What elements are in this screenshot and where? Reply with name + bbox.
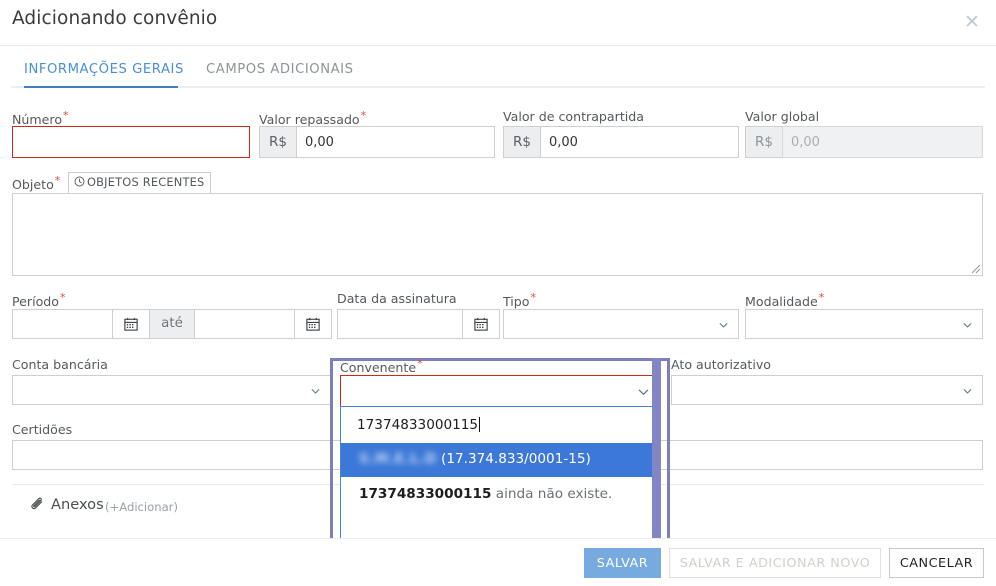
objeto-textarea[interactable]	[12, 193, 983, 276]
tab-campos-adicionais[interactable]: CAMPOS ADICIONAIS	[206, 46, 354, 88]
convenente-option-0-name-redacted: S.M.E.L.D	[359, 451, 437, 467]
chevron-down-icon	[963, 389, 972, 394]
convenente-option-0-document: (17.374.833/0001-15)	[441, 451, 591, 467]
periodo-start-calendar-icon[interactable]	[112, 309, 150, 339]
periodo-separator: até	[149, 309, 195, 339]
convenente-option-1-rest: ainda não existe.	[491, 486, 613, 502]
valor-contrapartida-currency-prefix: R$	[503, 126, 541, 158]
modalidade-label: Modalidade*	[745, 291, 825, 310]
chevron-down-icon	[963, 323, 972, 328]
convenente-search-row[interactable]: 17374833000115	[341, 407, 659, 443]
certidoes-label: Certidões	[12, 422, 73, 437]
modal-header: Adicionando convênio ✕	[0, 0, 996, 46]
text-caret	[479, 417, 481, 432]
ato-autorizativo-select[interactable]	[671, 375, 983, 405]
convenente-option-0[interactable]: S.M.E.L.D (17.374.833/0001-15)	[341, 443, 659, 477]
conta-bancaria-label: Conta bancária	[12, 357, 108, 372]
modalidade-select[interactable]	[745, 309, 983, 339]
tab-informacoes-gerais[interactable]: INFORMAÇÕES GERAIS	[24, 46, 184, 88]
clock-icon	[74, 176, 85, 190]
valor-repassado-label: Valor repassado*	[259, 109, 367, 128]
periodo-start-input[interactable]	[12, 309, 113, 339]
valor-contrapartida-label: Valor de contrapartida	[503, 109, 644, 124]
objetos-recentes-button[interactable]: OBJETOS RECENTES	[68, 172, 212, 194]
data-assinatura-input[interactable]	[337, 309, 463, 339]
save-button[interactable]: SALVAR	[584, 548, 661, 578]
data-assinatura-calendar-icon[interactable]	[462, 309, 500, 339]
valor-global-label: Valor global	[745, 109, 820, 124]
valor-global-currency-prefix: R$	[745, 126, 783, 158]
convenente-option-0-text: S.M.E.L.D (17.374.833/0001-15)	[359, 451, 591, 467]
valor-repassado-input[interactable]	[296, 126, 495, 158]
numero-label: Número*	[12, 109, 69, 128]
valor-contrapartida-input[interactable]	[540, 126, 739, 158]
tipo-label: Tipo*	[503, 291, 537, 310]
periodo-end-input[interactable]	[194, 309, 295, 339]
periodo-end-calendar-icon[interactable]	[294, 309, 332, 339]
convenente-search-input[interactable]: 17374833000115	[357, 417, 481, 433]
data-assinatura-label: Data da assinatura	[337, 291, 457, 306]
convenente-option-1[interactable]: 17374833000115 ainda não existe.	[341, 477, 659, 513]
convenente-option-1-bold: 17374833000115	[359, 486, 492, 502]
convenente-search-value: 17374833000115	[357, 417, 479, 433]
periodo-label: Período*	[12, 291, 66, 310]
add-agreement-modal: Adicionando convênio ✕ INFORMAÇÕES GERAI…	[0, 0, 996, 586]
chevron-down-icon	[719, 323, 728, 328]
conta-bancaria-select[interactable]	[12, 375, 331, 405]
convenente-combobox[interactable]	[340, 375, 660, 407]
valor-repassado-currency-prefix: R$	[259, 126, 297, 158]
chevron-down-icon	[311, 389, 320, 394]
ato-autorizativo-label: Ato autorizativo	[671, 357, 771, 372]
cancel-button[interactable]: CANCELAR	[889, 548, 984, 578]
chevron-down-icon	[638, 389, 649, 395]
save-and-add-new-button: SALVAR E ADICIONAR NOVO	[669, 548, 881, 578]
convenente-label: Convenente*	[340, 357, 423, 376]
close-icon[interactable]: ✕	[960, 10, 984, 34]
numero-input[interactable]	[12, 126, 250, 158]
convenente-option-1-text: 17374833000115 ainda não existe.	[359, 486, 612, 502]
modal-footer: SALVAR SALVAR E ADICIONAR NOVO CANCELAR	[0, 538, 996, 586]
modal-body: Número* Valor repassado* R$ Valor de con…	[0, 88, 996, 586]
anexos-label: Anexos	[51, 496, 104, 513]
anexos-add-link[interactable]: (+Adicionar)	[105, 500, 178, 514]
tab-bar: INFORMAÇÕES GERAIS CAMPOS ADICIONAIS	[0, 46, 996, 88]
tipo-select[interactable]	[503, 309, 739, 339]
paperclip-icon	[31, 497, 43, 510]
objetos-recentes-label: OBJETOS RECENTES	[87, 175, 205, 189]
objeto-label: Objeto*	[12, 174, 61, 193]
page-title: Adicionando convênio	[12, 8, 218, 29]
valor-global-input	[782, 126, 983, 158]
